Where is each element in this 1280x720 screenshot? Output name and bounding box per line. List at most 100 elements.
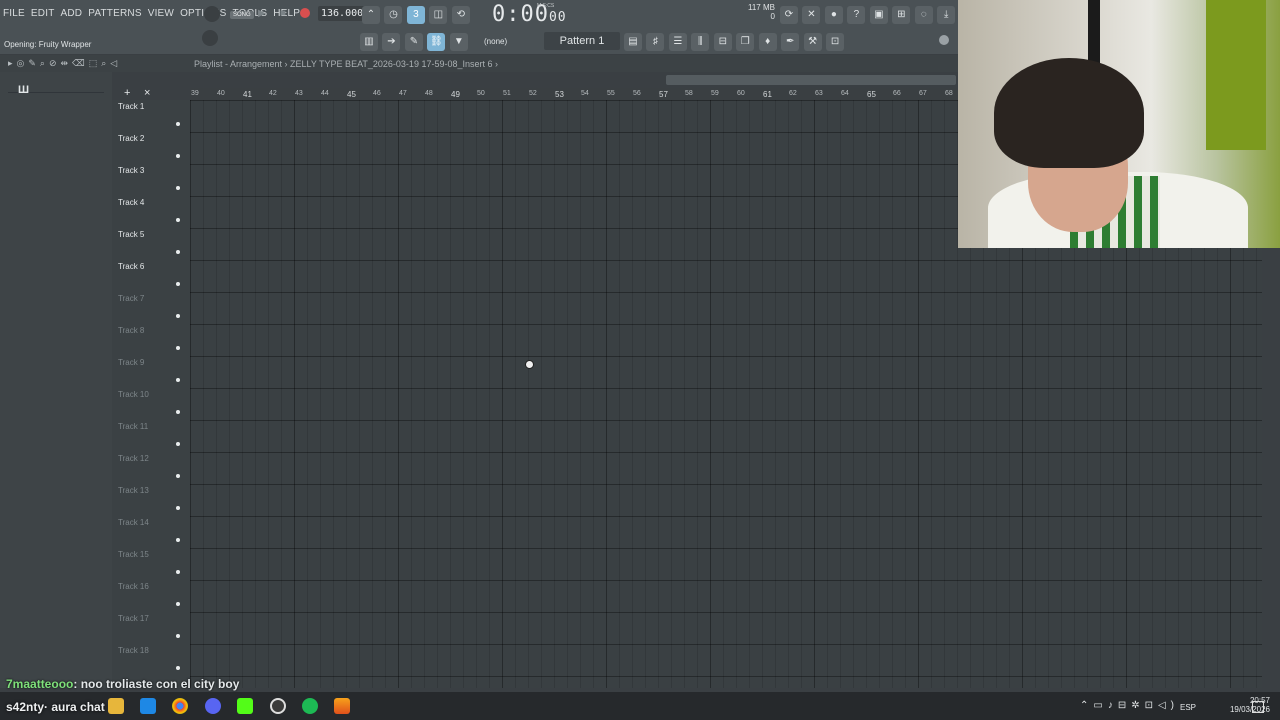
pen-icon[interactable]: ✒	[781, 33, 800, 51]
notification-icon[interactable]	[1252, 701, 1264, 713]
track-header[interactable]: Track 10	[118, 388, 188, 420]
wait-record-icon[interactable]: ◷	[384, 6, 403, 24]
brush-icon[interactable]: ✎	[404, 33, 423, 51]
playlist-icon[interactable]: ▤	[624, 33, 642, 51]
cart-icon[interactable]: ⊡	[826, 33, 845, 51]
timeline-ruler[interactable]: 39 40 41 42 43 44 45 46 47 48 49 50 51 52 53 54 55 56 57 58…	[190, 88, 958, 100]
chat-icon[interactable]: ◌	[914, 6, 933, 24]
mic-icon[interactable]: ●	[824, 6, 843, 24]
track-mute-icon[interactable]	[176, 570, 180, 574]
record-button[interactable]	[300, 8, 310, 18]
horizontal-scrollbar[interactable]	[666, 75, 956, 85]
track-mute-icon[interactable]	[176, 442, 180, 446]
tempo-display[interactable]: 136.000	[318, 6, 367, 21]
track-mute-icon[interactable]	[176, 410, 180, 414]
track-header[interactable]: Track 17	[118, 612, 188, 644]
track-header[interactable]: Track 2	[118, 132, 188, 164]
step-edit-icon[interactable]: ◫	[429, 6, 448, 24]
obs-icon[interactable]	[270, 698, 286, 714]
add-track-icon[interactable]: +	[124, 87, 130, 99]
hammer-icon[interactable]: ⚒	[803, 33, 822, 51]
track-header[interactable]: Track 12	[118, 452, 188, 484]
download-icon[interactable]: ⤓	[937, 6, 956, 24]
menu-item-add[interactable]: ADD	[58, 8, 86, 19]
song-mode-toggle[interactable]: SONG	[230, 11, 254, 19]
track-mute-icon[interactable]	[176, 378, 180, 382]
track-mute-icon[interactable]	[176, 346, 180, 350]
track-header[interactable]: Track 7	[118, 292, 188, 324]
track-header[interactable]: Track 6	[118, 260, 188, 292]
pattern-selector[interactable]: Pattern 1	[544, 32, 620, 50]
view-shortcuts: ⟳ ✕ ● ? ▣ ⊞ ◌ ⤓	[780, 4, 956, 24]
copy-icon[interactable]: ❐	[736, 33, 755, 51]
menu-item-patterns[interactable]: PATTERNS	[85, 8, 144, 19]
track-header[interactable]: Track 15	[118, 548, 188, 580]
piano-roll-icon[interactable]: ♯	[646, 33, 665, 51]
mixer-icon[interactable]: ⊞	[892, 6, 911, 24]
track-mute-icon[interactable]	[176, 186, 180, 190]
piano-icon[interactable]: ▥	[360, 33, 378, 51]
track-header[interactable]: Track 4	[118, 196, 188, 228]
track-header[interactable]: Track 14	[118, 516, 188, 548]
menu-item-file[interactable]: FILE	[0, 8, 28, 19]
language-indicator[interactable]: ESP	[1180, 703, 1196, 712]
track-header[interactable]: Track 5	[118, 228, 188, 260]
arrow-icon[interactable]: ➔	[382, 33, 401, 51]
menu-item-view[interactable]: VIEW	[145, 8, 177, 19]
track-mute-icon[interactable]	[176, 154, 180, 158]
pitch-knob[interactable]	[202, 30, 218, 46]
track-header[interactable]: Track 18	[118, 644, 188, 676]
track-header[interactable]: Track 16	[118, 580, 188, 612]
countdown-icon[interactable]: 3	[406, 6, 425, 24]
online-icon[interactable]	[939, 35, 949, 45]
track-mute-icon[interactable]	[176, 122, 180, 126]
stamp-icon[interactable]: ▼	[449, 33, 468, 51]
fl-studio-icon[interactable]	[334, 698, 350, 714]
kick-icon[interactable]	[237, 698, 253, 714]
mixer-window-icon[interactable]: ⫼	[691, 33, 710, 51]
stop-button[interactable]: ■	[280, 8, 286, 19]
save-icon[interactable]: ▣	[869, 6, 888, 24]
track-mute-icon[interactable]	[176, 474, 180, 478]
plugin-icon[interactable]: ♦	[758, 33, 777, 51]
playlist-tools[interactable]: ▸◎✎⌕⊘⇹⌫⬚⌕◁	[8, 58, 121, 69]
menu-item-edit[interactable]: EDIT	[28, 8, 58, 19]
track-mute-icon[interactable]	[176, 666, 180, 670]
track-mute-icon[interactable]	[176, 282, 180, 286]
tools-icon[interactable]: ✕	[802, 6, 821, 24]
pattern-picker-icon[interactable]: Ш	[18, 84, 29, 96]
browser-icon[interactable]: ⊟	[713, 33, 732, 51]
track-mute-icon[interactable]	[176, 250, 180, 254]
track-header[interactable]: Track 9	[118, 356, 188, 388]
track-mute-icon[interactable]	[176, 218, 180, 222]
track-name: Track 13	[118, 486, 149, 495]
menu-item-help[interactable]: HELP	[270, 8, 303, 19]
help-icon[interactable]: ?	[847, 6, 866, 24]
track-mute-icon[interactable]	[176, 634, 180, 638]
track-mute-icon[interactable]	[176, 314, 180, 318]
discord-icon[interactable]	[205, 698, 221, 714]
master-volume-knob[interactable]	[204, 6, 220, 22]
refresh-icon[interactable]: ⟳	[780, 6, 798, 24]
loop-record-icon[interactable]: ⟲	[451, 6, 470, 24]
track-header[interactable]: Track 1	[118, 100, 188, 132]
track-header[interactable]: Track 11	[118, 420, 188, 452]
remove-track-icon[interactable]: ×	[144, 87, 150, 99]
play-button[interactable]: ▶	[258, 8, 266, 19]
metronome-icon[interactable]: ⌃	[362, 6, 380, 24]
track-header[interactable]: Track 13	[118, 484, 188, 516]
track-mute-icon[interactable]	[176, 506, 180, 510]
track-mute-icon[interactable]	[176, 602, 180, 606]
spotify-icon[interactable]	[302, 698, 318, 714]
snap-tools: ▥ ➔ ✎ ⛓ ▼	[360, 31, 468, 51]
system-tray[interactable]: ⌃▭♪⊟✲⊡◁)	[1080, 700, 1179, 711]
file-explorer-icon[interactable]	[108, 698, 124, 714]
store-icon[interactable]	[140, 698, 156, 714]
track-header[interactable]: Track 8	[118, 324, 188, 356]
track-mute-icon[interactable]	[176, 538, 180, 542]
track-header[interactable]: Track 3	[118, 164, 188, 196]
snap-selector[interactable]: (none)	[484, 37, 507, 46]
link-icon[interactable]: ⛓	[427, 33, 446, 51]
channel-rack-icon[interactable]: ☰	[668, 33, 687, 51]
chrome-icon[interactable]	[172, 698, 188, 714]
